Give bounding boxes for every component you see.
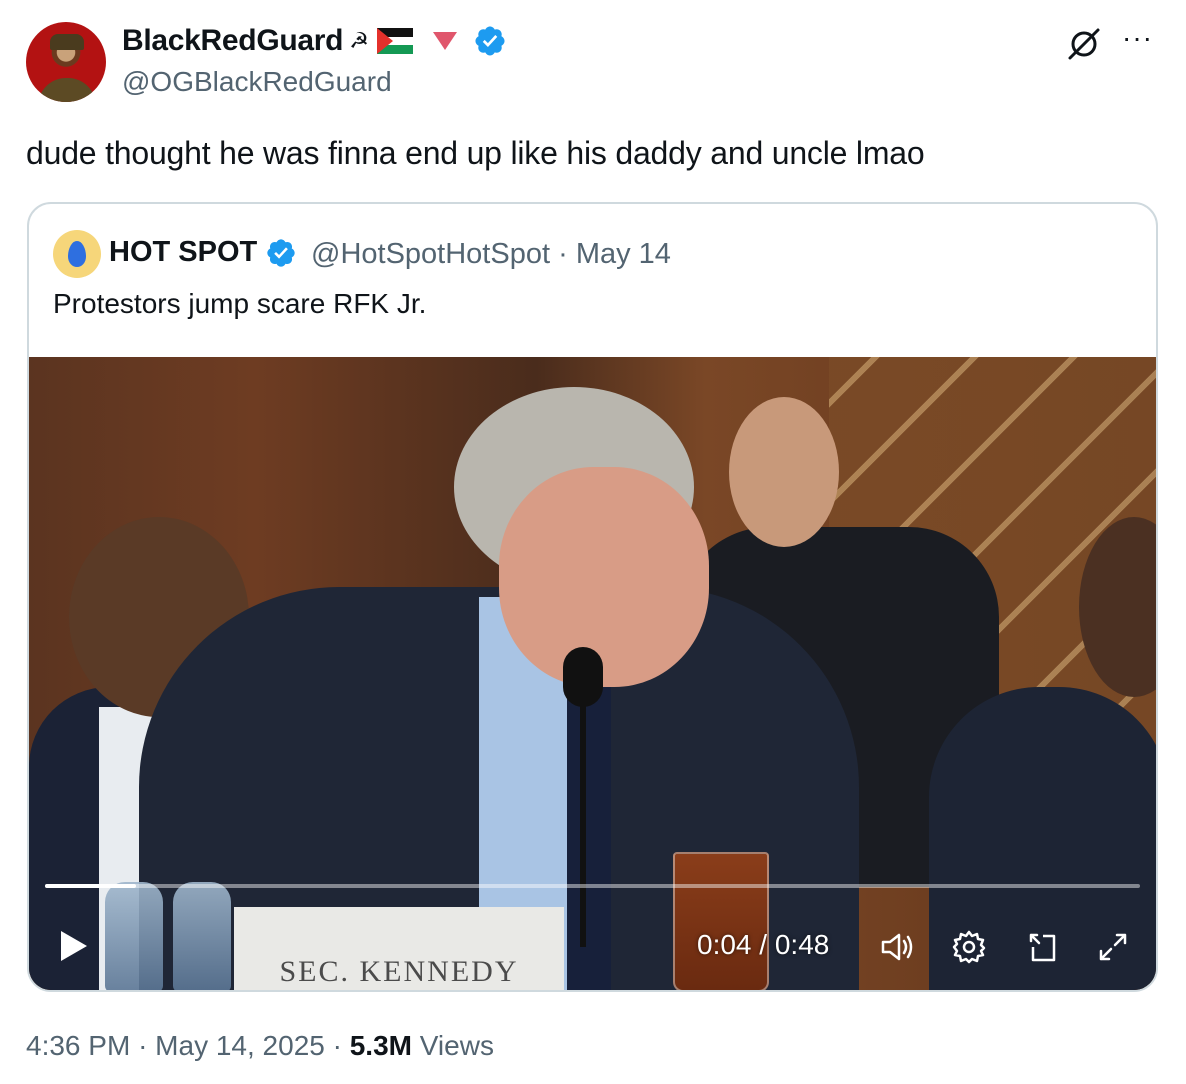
hammer-sickle-emoji: ☭	[349, 28, 369, 53]
quoted-text: Protestors jump scare RFK Jr.	[53, 288, 427, 319]
video-player[interactable]: SEC. KENNEDY 0:04 / 0:48	[29, 357, 1156, 990]
video-officer-head	[729, 397, 839, 547]
video-nameplate: SEC. KENNEDY	[234, 907, 564, 990]
video-speaker-face	[499, 467, 709, 687]
quoted-handle-date: @HotSpotHotSpot · May 14	[311, 238, 671, 271]
views-label: Views	[419, 1030, 494, 1061]
quoted-handle[interactable]: @HotSpotHotSpot	[311, 238, 550, 270]
author-handle[interactable]: @OGBlackRedGuard	[122, 66, 392, 98]
quoted-author-name[interactable]: HOT SPOT	[109, 236, 297, 269]
video-progress-bar[interactable]	[45, 884, 1140, 888]
verified-badge-icon	[475, 26, 505, 56]
video-time-separator: /	[751, 929, 775, 960]
meta-separator: ·	[138, 1030, 148, 1061]
video-duration: 0:48	[774, 929, 830, 960]
video-microphone-stem	[580, 697, 586, 947]
tweet-meta: 4:36 PM · May 14, 2025 · 5.3M Views	[26, 1030, 494, 1062]
author-name-text: BlackRedGuard	[122, 24, 344, 57]
tweet-text: dude thought he was finna end up like hi…	[26, 135, 925, 171]
picture-in-picture-icon[interactable]	[1023, 927, 1063, 967]
video-current-time: 0:04	[697, 929, 752, 960]
video-water-bottle	[173, 882, 231, 990]
quoted-avatar[interactable]	[53, 230, 101, 278]
quoted-tweet-card[interactable]: HOT SPOT @HotSpotHotSpot · May 14 Protes…	[27, 202, 1158, 992]
drop-icon	[68, 241, 86, 267]
tweet-time[interactable]: 4:36 PM	[26, 1030, 130, 1061]
meta-separator: ·	[332, 1030, 342, 1061]
quoted-date[interactable]: May 14	[576, 238, 671, 270]
author-avatar[interactable]	[26, 22, 106, 102]
avatar-body	[38, 78, 96, 102]
author-name[interactable]: BlackRedGuard ☭	[122, 24, 507, 58]
verified-badge-icon	[267, 238, 295, 267]
fullscreen-icon[interactable]	[1093, 927, 1133, 967]
views-count: 5.3M	[349, 1030, 412, 1061]
video-progress-fill	[45, 884, 136, 888]
grok-icon[interactable]	[1066, 26, 1102, 62]
red-triangle-icon	[432, 32, 457, 50]
video-cup	[673, 852, 769, 990]
volume-icon[interactable]	[877, 927, 917, 967]
settings-icon[interactable]	[949, 927, 989, 967]
video-time: 0:04 / 0:48	[697, 929, 829, 961]
play-icon[interactable]	[59, 929, 89, 963]
avatar-cap	[50, 34, 84, 50]
quoted-separator: ·	[558, 238, 568, 270]
video-speaker-tie	[567, 687, 611, 990]
more-icon[interactable]: ···	[1122, 22, 1153, 54]
quoted-author-name-text: HOT SPOT	[109, 236, 258, 268]
palestine-flag-icon	[376, 28, 413, 54]
tweet-date[interactable]: May 14, 2025	[155, 1030, 325, 1061]
video-water-bottle	[105, 882, 163, 990]
